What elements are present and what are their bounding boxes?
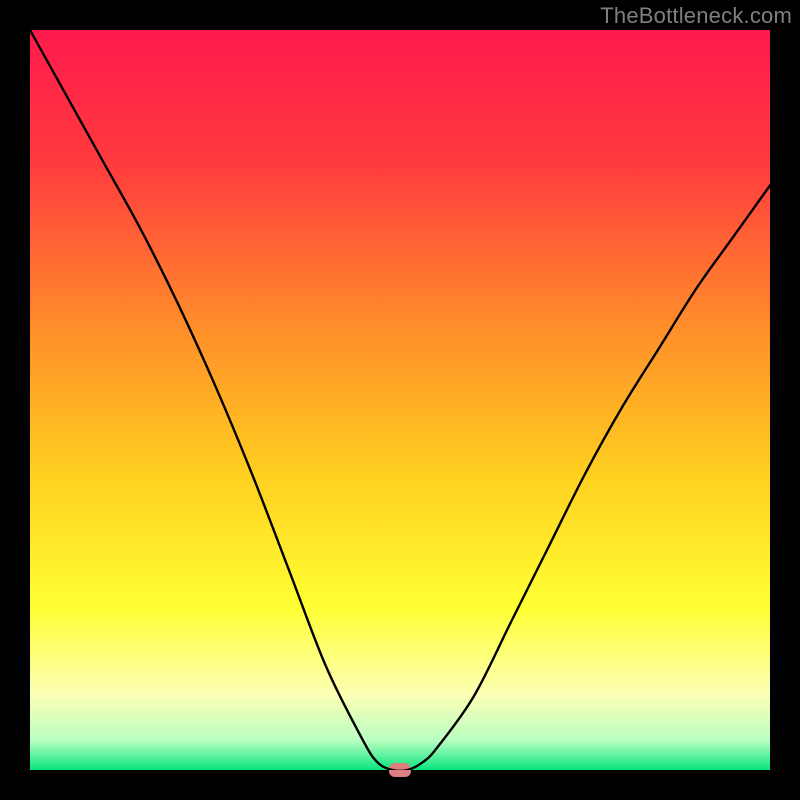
curve-svg — [30, 30, 770, 770]
watermark-text: TheBottleneck.com — [600, 3, 792, 29]
plot-area — [30, 30, 770, 770]
chart-container: TheBottleneck.com — [0, 0, 800, 800]
bottleneck-curve — [30, 30, 770, 770]
